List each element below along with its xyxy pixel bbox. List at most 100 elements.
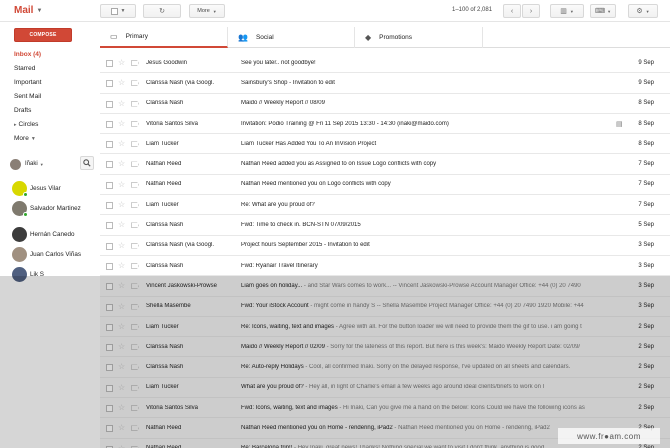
email-row[interactable]: ☆ Liam Tucker Liam Tucker Has Added You To… bbox=[100, 134, 670, 155]
tab-promotions[interactable]: ◆ Promotions bbox=[355, 27, 483, 48]
row-checkbox[interactable] bbox=[106, 242, 113, 250]
row-checkbox[interactable] bbox=[106, 80, 113, 88]
email-row[interactable]: ☆ Shella Masembe Fwd: Your iStock Account … bbox=[100, 296, 670, 317]
email-row[interactable]: ☆ Clarissa Nash Maido // Weekly Report // … bbox=[100, 94, 670, 114]
row-checkbox[interactable] bbox=[106, 181, 113, 189]
sidebar-item-circles[interactable]: ▸ Circles bbox=[0, 118, 100, 132]
row-checkbox[interactable] bbox=[106, 283, 113, 291]
row-checkbox[interactable] bbox=[106, 344, 113, 352]
email-row[interactable]: ☆ Nathan Reed Nathan Reed added you as Ass… bbox=[100, 154, 670, 175]
important-marker-icon[interactable] bbox=[131, 425, 139, 432]
more-button[interactable]: More ▼ bbox=[189, 4, 225, 18]
chat-contact[interactable]: Jesus Vilar bbox=[12, 178, 81, 198]
chat-search-button[interactable] bbox=[80, 156, 94, 170]
row-checkbox[interactable] bbox=[106, 425, 113, 433]
split-pane-button[interactable]: ▥ ▼ bbox=[550, 4, 584, 18]
important-marker-icon[interactable] bbox=[131, 323, 139, 330]
email-row[interactable]: ☆ Vitoria Santos Silva Invitation: Podio T… bbox=[100, 114, 670, 135]
email-row[interactable]: ☆ Clarissa Nash Maido // Weekly Report // … bbox=[100, 337, 670, 358]
tab-primary[interactable]: ▭ Primary bbox=[100, 27, 228, 48]
row-checkbox[interactable] bbox=[106, 364, 113, 372]
sidebar-item-starred[interactable]: Starred bbox=[0, 62, 100, 76]
email-row[interactable]: ☆ Liam Tucker What are you proud of? - Hey… bbox=[100, 377, 670, 399]
star-icon[interactable]: ☆ bbox=[118, 261, 125, 270]
chat-contact[interactable]: Hernán Canedo bbox=[12, 224, 81, 244]
important-marker-icon[interactable] bbox=[131, 262, 139, 269]
star-icon[interactable]: ☆ bbox=[118, 362, 125, 371]
row-checkbox[interactable] bbox=[106, 262, 113, 270]
input-tools-button[interactable]: ⌨ ▼ bbox=[590, 4, 616, 18]
important-marker-icon[interactable] bbox=[131, 303, 139, 310]
star-icon[interactable]: ☆ bbox=[118, 159, 125, 168]
important-marker-icon[interactable] bbox=[131, 120, 139, 127]
important-marker-icon[interactable] bbox=[131, 222, 139, 229]
row-checkbox[interactable] bbox=[106, 323, 113, 331]
compose-button[interactable]: COMPOSE bbox=[14, 28, 72, 42]
email-row[interactable]: ☆ Vincent Jaskowski-Prowse Liam goes on ho… bbox=[100, 276, 670, 297]
sidebar-item-important[interactable]: Important bbox=[0, 76, 100, 90]
star-icon[interactable]: ☆ bbox=[118, 322, 125, 331]
important-marker-icon[interactable] bbox=[131, 141, 139, 148]
email-row[interactable]: ☆ Vitoria Santos Silva Fwd: Icons, waiting… bbox=[100, 398, 670, 419]
email-row[interactable]: ☆ Jesus Goodwin See you later.. not goodby… bbox=[100, 53, 670, 74]
important-marker-icon[interactable] bbox=[131, 283, 139, 290]
chat-contact[interactable]: Juan Carlos Viñas bbox=[12, 244, 81, 264]
select-all-button[interactable]: ▼ bbox=[100, 4, 136, 18]
important-marker-icon[interactable] bbox=[131, 364, 139, 371]
star-icon[interactable]: ☆ bbox=[118, 241, 125, 250]
tab-social[interactable]: 👥 Social bbox=[228, 27, 355, 48]
email-row[interactable]: ☆ Liam Tucker Re: What are you proud of? 7 … bbox=[100, 195, 670, 216]
refresh-button[interactable]: ↻ bbox=[143, 4, 181, 18]
row-checkbox[interactable] bbox=[106, 161, 113, 169]
star-icon[interactable]: ☆ bbox=[118, 383, 125, 392]
email-row[interactable]: ☆ Clarissa Nash (via Googl. Project hours … bbox=[100, 236, 670, 256]
star-icon[interactable]: ☆ bbox=[118, 444, 125, 448]
row-checkbox[interactable] bbox=[106, 303, 113, 311]
star-icon[interactable]: ☆ bbox=[118, 403, 125, 412]
row-checkbox[interactable] bbox=[106, 141, 113, 149]
sidebar-item-more[interactable]: More ▼ bbox=[0, 132, 100, 146]
email-row[interactable]: ☆ Clarissa Nash Fwd: Time to check in. BCN… bbox=[100, 215, 670, 236]
email-row[interactable]: ☆ Clarissa Nash Fwd: Ryanair Travel Itiner… bbox=[100, 256, 670, 277]
sidebar-item-sent[interactable]: Sent Mail bbox=[0, 90, 100, 104]
email-row[interactable]: ☆ Clarissa Nash (via Googl. Sainsbury's Sh… bbox=[100, 73, 670, 94]
row-checkbox[interactable] bbox=[106, 384, 113, 392]
star-icon[interactable]: ☆ bbox=[118, 180, 125, 189]
important-marker-icon[interactable] bbox=[131, 202, 139, 209]
row-checkbox[interactable] bbox=[106, 222, 113, 230]
star-icon[interactable]: ☆ bbox=[118, 342, 125, 351]
settings-button[interactable]: ⚙ ▼ bbox=[628, 4, 658, 18]
sidebar-item-inbox[interactable]: Inbox (4) bbox=[0, 48, 100, 62]
important-marker-icon[interactable] bbox=[131, 384, 139, 391]
star-icon[interactable]: ☆ bbox=[118, 200, 125, 209]
important-marker-icon[interactable] bbox=[131, 405, 139, 412]
older-button[interactable]: › bbox=[522, 4, 540, 18]
email-row[interactable]: ☆ Nathan Reed Nathan Reed mentioned you on… bbox=[100, 175, 670, 196]
star-icon[interactable]: ☆ bbox=[118, 423, 125, 432]
chat-user-name[interactable]: Iñaki bbox=[25, 161, 38, 167]
important-marker-icon[interactable] bbox=[131, 344, 139, 351]
important-marker-icon[interactable] bbox=[131, 100, 139, 107]
sidebar-item-drafts[interactable]: Drafts bbox=[0, 104, 100, 118]
star-icon[interactable]: ☆ bbox=[118, 139, 125, 148]
row-checkbox[interactable] bbox=[106, 100, 113, 108]
newer-button[interactable]: ‹ bbox=[503, 4, 521, 18]
important-marker-icon[interactable] bbox=[131, 161, 139, 168]
important-marker-icon[interactable] bbox=[131, 60, 139, 66]
star-icon[interactable]: ☆ bbox=[118, 78, 125, 87]
row-checkbox[interactable] bbox=[106, 120, 113, 128]
avatar[interactable] bbox=[10, 158, 21, 170]
email-row[interactable]: ☆ Liam Tucker Re: Icons, waiting, text and… bbox=[100, 316, 670, 338]
important-marker-icon[interactable] bbox=[131, 181, 139, 188]
app-logo[interactable]: Mail ▼ bbox=[14, 5, 42, 16]
star-icon[interactable]: ☆ bbox=[118, 281, 125, 290]
row-checkbox[interactable] bbox=[106, 405, 113, 413]
star-icon[interactable]: ☆ bbox=[118, 99, 125, 108]
important-marker-icon[interactable] bbox=[131, 80, 139, 87]
important-marker-icon[interactable] bbox=[131, 242, 139, 249]
star-icon[interactable]: ☆ bbox=[118, 58, 125, 67]
chat-contact[interactable]: Lik S bbox=[12, 264, 81, 284]
row-checkbox[interactable] bbox=[106, 202, 113, 210]
row-checkbox[interactable] bbox=[106, 60, 113, 67]
email-row[interactable]: ☆ Clarissa Nash Re: Auto-reply Holidays - … bbox=[100, 357, 670, 378]
